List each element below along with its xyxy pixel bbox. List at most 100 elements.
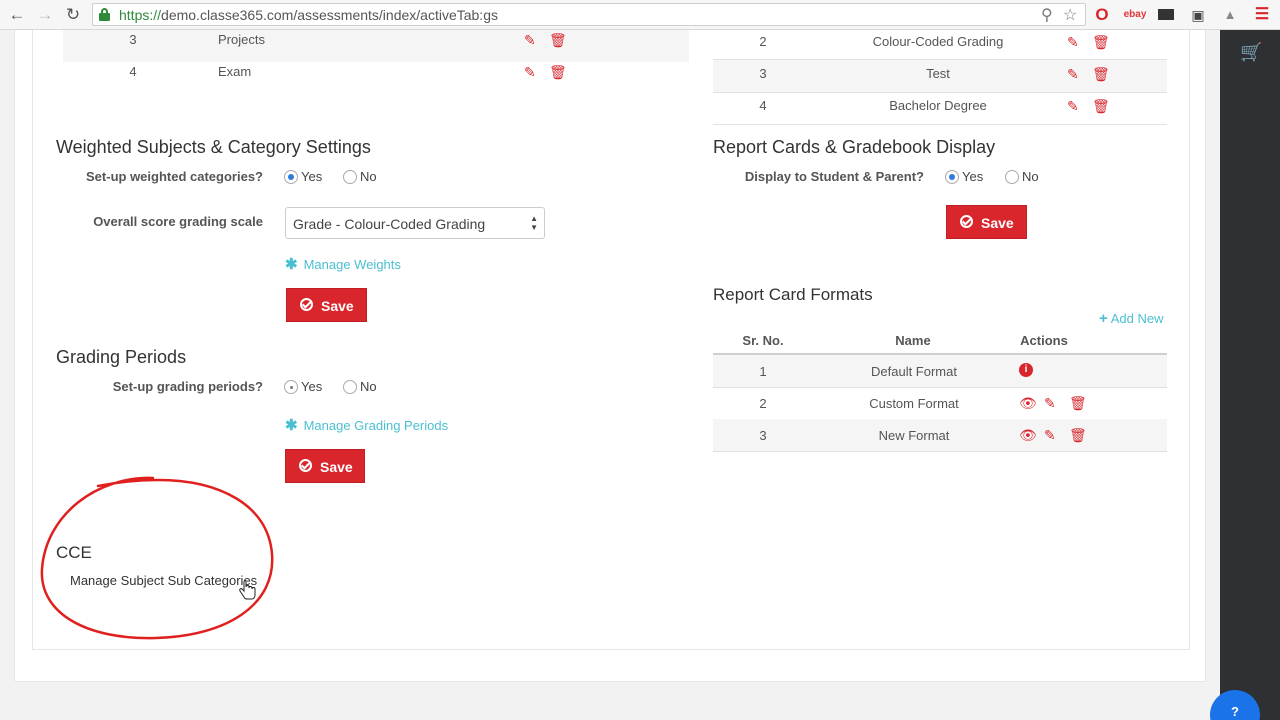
row-name: Colour-Coded Grading: [872, 34, 1004, 49]
weighted-yes-label: Yes: [301, 169, 323, 184]
trash-icon[interactable]: 🗑: [549, 64, 567, 81]
display-yes-radio[interactable]: [945, 170, 959, 184]
manage-grading-periods-link[interactable]: ✱ Manage Grading Periods: [285, 416, 448, 434]
eye-icon[interactable]: 👁: [1019, 395, 1037, 412]
page-content: 3 Projects ✎ 🗑 4 Exam ✎ 🗑 2 Colour-Coded…: [14, 30, 1206, 682]
row-name: Projects: [218, 32, 265, 47]
periods-yes-radio[interactable]: [284, 380, 298, 394]
edit-icon[interactable]: ✎: [524, 32, 536, 49]
hand-cursor-icon: [239, 580, 256, 600]
col-header-sr: Sr. No.: [742, 333, 784, 348]
col-header-actions: Actions: [1020, 333, 1068, 348]
trash-icon[interactable]: 🗑: [1092, 66, 1110, 83]
row-number: 4: [129, 64, 137, 79]
weighted-no-label: No: [360, 169, 377, 184]
grading-scale-value: Grade - Colour-Coded Grading: [293, 216, 486, 232]
table-row: 3 Projects ✎ 🗑: [63, 30, 689, 62]
table-row: 3 Test ✎ 🗑: [713, 60, 1167, 92]
table-row: 4 Exam ✎ 🗑: [63, 62, 689, 94]
settings-card: 3 Projects ✎ 🗑 4 Exam ✎ 🗑 2 Colour-Coded…: [32, 30, 1190, 650]
eye-icon[interactable]: 👁: [1019, 427, 1037, 444]
periods-no-label: No: [360, 379, 377, 394]
edit-icon[interactable]: ✎: [1067, 66, 1079, 83]
table-row: 1 Default Format i: [713, 355, 1167, 387]
row-name: Bachelor Degree: [889, 98, 987, 113]
grading-periods-setup-label: Set-up grading periods?: [112, 379, 263, 394]
screen-icon[interactable]: [1156, 5, 1176, 25]
download-icon[interactable]: ▲: [1220, 5, 1240, 25]
ebay-icon[interactable]: ebay: [1122, 5, 1148, 25]
edit-icon[interactable]: ✎: [524, 64, 536, 81]
col-header-name: Name: [895, 333, 931, 348]
manage-weights-link[interactable]: ✱ Manage Weights: [285, 255, 401, 273]
reload-icon[interactable]: ↻: [62, 4, 84, 26]
grading-periods-title: Grading Periods: [56, 347, 187, 367]
row-number: 2: [759, 396, 767, 411]
row-name: Custom Format: [869, 396, 959, 411]
manage-subject-sub-categories-link[interactable]: Manage Subject Sub Categories: [70, 573, 257, 588]
plus-icon: +: [1099, 310, 1108, 327]
grading-scale-label: Overall score grading scale: [93, 214, 263, 229]
report-formats-title: Report Card Formats: [713, 285, 873, 304]
side-panel: 🛒: [1220, 30, 1280, 720]
table-row: 2 Colour-Coded Grading ✎ 🗑: [713, 30, 1167, 62]
trash-icon[interactable]: 🗑: [1092, 34, 1110, 51]
cart-icon[interactable]: 🛒: [1240, 42, 1262, 63]
weighted-setup-label: Set-up weighted categories?: [86, 169, 263, 184]
display-no-label: No: [1022, 169, 1039, 184]
lock-icon: [99, 8, 110, 21]
trash-icon[interactable]: 🗑: [549, 32, 567, 49]
row-number: 2: [759, 34, 767, 49]
menu-icon[interactable]: ☰: [1252, 5, 1272, 25]
row-number: 3: [759, 66, 767, 81]
check-circle-icon: [300, 298, 313, 311]
add-new-link[interactable]: + Add New: [1099, 310, 1164, 327]
trash-icon[interactable]: 🗑: [1069, 427, 1087, 444]
periods-yes-label: Yes: [301, 379, 323, 394]
divider: [713, 124, 1167, 125]
row-number: 4: [759, 98, 767, 113]
browser-toolbar: ← → ↻ https://demo.classe365.com/assessm…: [0, 0, 1280, 30]
select-arrows-icon: ▲ ▼: [530, 214, 538, 232]
address-bar[interactable]: https://demo.classe365.com/assessments/i…: [92, 3, 1086, 26]
trash-icon[interactable]: 🗑: [1069, 395, 1087, 412]
edit-icon[interactable]: ✎: [1067, 34, 1079, 51]
row-number: 1: [759, 364, 767, 379]
check-circle-icon: [960, 215, 973, 228]
cast-icon[interactable]: ▣: [1188, 5, 1208, 25]
weighted-yes-radio[interactable]: [284, 170, 298, 184]
star-icon[interactable]: ☆: [1063, 5, 1077, 25]
weighted-settings-title: Weighted Subjects & Category Settings: [56, 137, 371, 157]
periods-save-button[interactable]: Save: [285, 449, 365, 483]
weighted-save-button[interactable]: Save: [286, 288, 367, 322]
weighted-no-radio[interactable]: [343, 170, 357, 184]
asterisk-icon: ✱: [285, 417, 298, 434]
edit-icon[interactable]: ✎: [1067, 98, 1079, 115]
key-icon[interactable]: ⚲: [1041, 5, 1053, 25]
row-name: Exam: [218, 64, 252, 79]
cce-title: CCE: [56, 543, 92, 562]
table-row: 3 New Format 👁 ✎ 🗑: [713, 419, 1167, 451]
display-no-radio[interactable]: [1005, 170, 1019, 184]
edit-icon[interactable]: ✎: [1044, 395, 1056, 412]
trash-icon[interactable]: 🗑: [1092, 98, 1110, 115]
info-icon[interactable]: i: [1019, 363, 1033, 377]
opera-icon[interactable]: O: [1092, 5, 1112, 25]
display-to-student-label: Display to Student & Parent?: [744, 169, 924, 184]
table-row: 4 Bachelor Degree ✎ 🗑: [713, 92, 1167, 124]
display-yes-label: Yes: [962, 169, 984, 184]
periods-no-radio[interactable]: [343, 380, 357, 394]
row-name: Test: [926, 66, 950, 81]
check-circle-icon: [299, 459, 312, 472]
back-icon[interactable]: ←: [6, 4, 28, 26]
grading-scale-select[interactable]: Grade - Colour-Coded Grading ▲ ▼: [285, 207, 545, 239]
url-text: https://demo.classe365.com/assessments/i…: [119, 7, 498, 23]
row-name: Default Format: [871, 364, 957, 379]
edit-icon[interactable]: ✎: [1044, 427, 1056, 444]
asterisk-icon: ✱: [285, 256, 298, 273]
forward-icon[interactable]: →: [34, 4, 56, 26]
display-save-button[interactable]: Save: [946, 205, 1027, 239]
row-number: 3: [129, 32, 137, 47]
table-row: 2 Custom Format 👁 ✎ 🗑: [713, 387, 1167, 419]
row-name: New Format: [878, 428, 950, 443]
